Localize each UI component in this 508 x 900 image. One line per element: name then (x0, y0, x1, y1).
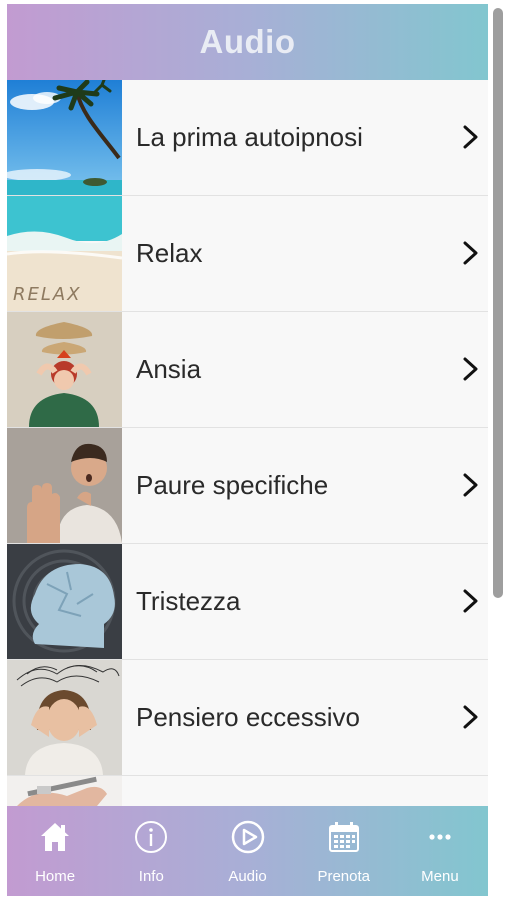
tab-label: Home (35, 868, 76, 885)
chevron-right-icon (463, 473, 478, 497)
info-icon (135, 821, 168, 853)
list-item-label: La prima autoipnosi (136, 122, 363, 152)
tab-label: Audio (228, 868, 267, 885)
relax-sand-image: RELAX (7, 196, 122, 311)
list-item-ansia[interactable]: Ansia (7, 312, 488, 428)
chevron-right-icon (463, 125, 478, 149)
chevron-right-icon (463, 589, 478, 613)
chevron-right-icon (463, 705, 478, 729)
play-icon (231, 820, 264, 854)
calendar-icon (328, 822, 359, 852)
audio-list[interactable]: La prima autoipnosi RELAX Relax Ansia Pa… (7, 80, 488, 806)
list-item-label: Relax (136, 238, 203, 268)
chevron-right-icon (463, 241, 478, 265)
header-bar: Audio (7, 4, 488, 80)
tab-label: Menu (421, 868, 459, 885)
hand-pen-image (7, 776, 122, 806)
tab-audio[interactable]: Audio (199, 806, 295, 896)
list-item-partial[interactable] (7, 776, 488, 806)
tab-label: Info (138, 868, 164, 885)
list-item-la-prima-autoipnosi[interactable]: La prima autoipnosi (7, 80, 488, 196)
svg-text:RELAX: RELAX (13, 284, 82, 305)
list-item-label: Paure specifiche (136, 470, 329, 500)
list-item-tristezza[interactable]: Tristezza (7, 544, 488, 660)
palm-beach-image (7, 80, 122, 195)
app-frame: Audio La prima autoipnosi RELAX Relax An… (7, 4, 488, 896)
tab-menu[interactable]: Menu (392, 806, 488, 896)
scrollbar[interactable] (493, 8, 503, 598)
page-title: Audio (199, 23, 296, 60)
tab-prenota[interactable]: Prenota (296, 806, 392, 896)
list-item-label: Ansia (136, 354, 202, 384)
list-item-pensiero-eccessivo[interactable]: Pensiero eccessivo (7, 660, 488, 776)
bottom-tab-bar: Home Info Audio Prenota Menu (7, 806, 488, 896)
list-item-label: Tristezza (136, 586, 241, 616)
list-item-paure-specifiche[interactable]: Paure specifiche (7, 428, 488, 544)
tab-home[interactable]: Home (7, 806, 103, 896)
more-icon (429, 834, 451, 840)
home-icon (41, 823, 70, 851)
tab-label: Prenota (317, 868, 370, 885)
chevron-right-icon (463, 357, 478, 381)
list-item-label: Pensiero eccessivo (136, 702, 360, 732)
anxious-woman-image (7, 312, 122, 427)
tab-info[interactable]: Info (103, 806, 199, 896)
list-item-relax[interactable]: RELAX Relax (7, 196, 488, 312)
overthinking-woman-image (7, 660, 122, 775)
paper-head-image (7, 544, 122, 659)
scared-man-image (7, 428, 122, 543)
